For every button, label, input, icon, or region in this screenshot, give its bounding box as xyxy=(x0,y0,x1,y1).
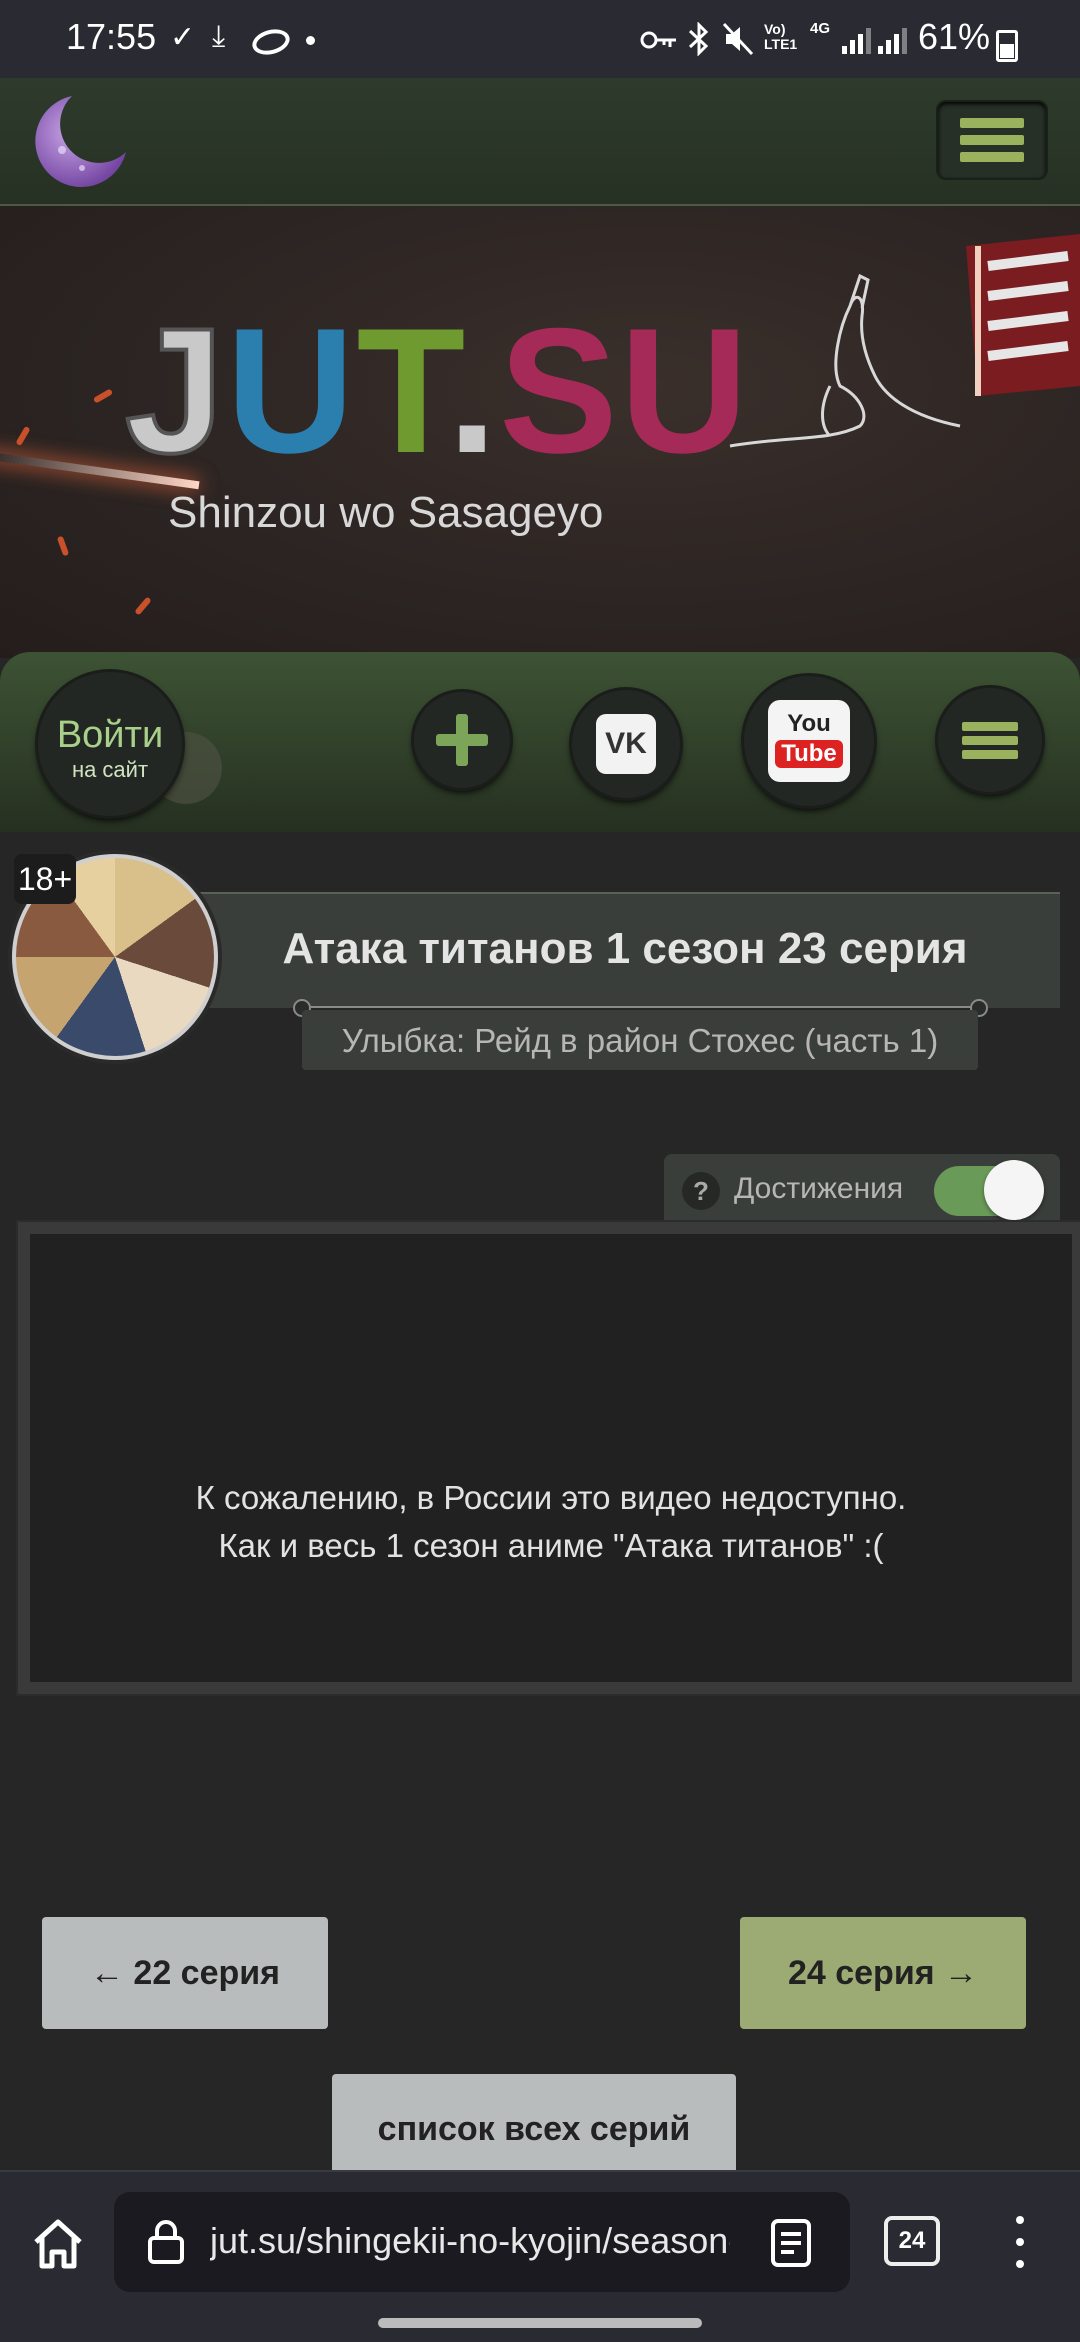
unavailable-message: К сожалению, в России это видео недоступ… xyxy=(30,1474,1072,1570)
age-rating-badge: 18+ xyxy=(14,854,76,904)
oval-icon xyxy=(249,25,293,59)
wings-emblem xyxy=(966,234,1080,396)
signal-icon xyxy=(842,28,871,54)
page-title: Атака титанов 1 сезон 23 серия xyxy=(282,924,968,973)
add-button[interactable] xyxy=(414,692,510,788)
status-time: 17:55 xyxy=(66,16,157,57)
unavailable-message-line: К сожалению, в России это видео недоступ… xyxy=(195,1479,907,1516)
moon-logo-icon[interactable] xyxy=(32,90,132,190)
youtube-button[interactable]: You Tube xyxy=(744,676,874,806)
nav-menu-button[interactable] xyxy=(938,688,1042,792)
spark xyxy=(56,535,70,557)
lock-icon[interactable] xyxy=(146,2218,186,2264)
title-connector xyxy=(302,1006,978,1008)
login-label: Войти xyxy=(56,714,164,756)
toggle-knob xyxy=(984,1160,1044,1220)
achievements-toggle-box: ? Достижения xyxy=(664,1154,1060,1226)
key-icon xyxy=(640,31,676,49)
login-sublabel: на сайт xyxy=(71,757,149,782)
episode-subtitle: Улыбка: Рейд в район Стохес (часть 1) xyxy=(341,1022,939,1059)
spark xyxy=(15,425,31,447)
signal-icon xyxy=(878,28,907,54)
spark xyxy=(92,388,114,404)
youtube-icon: You Tube xyxy=(768,700,850,782)
volte-icon: Vo) LTE1 xyxy=(764,21,798,52)
battery-icon xyxy=(996,30,1018,62)
mute-icon xyxy=(722,22,754,56)
status-bar: 17:55 ✓ ⤓ Vo) LTE1 4G 61% xyxy=(0,0,1080,78)
achievements-label: Достижения xyxy=(734,1172,904,1205)
browser-toolbar: jut.su/shingekii-no-kyojin/season-1/epis… xyxy=(0,2170,1080,2342)
achievements-toggle[interactable] xyxy=(934,1160,1044,1220)
more-options-icon[interactable] xyxy=(1010,2212,1030,2272)
gesture-bar[interactable] xyxy=(378,2318,702,2328)
tabs-button[interactable]: 24 xyxy=(884,2216,940,2266)
address-bar[interactable]: jut.su/shingekii-no-kyojin/season-1/epis… xyxy=(114,2192,850,2292)
battery-percent: 61% xyxy=(918,16,991,57)
site-navbar: Войти на сайт VK You Tube xyxy=(0,652,1080,832)
all-episodes-button[interactable]: список всех серий xyxy=(332,2074,736,2184)
unavailable-message-line: Как и весь 1 сезон аниме "Атака титанов"… xyxy=(218,1527,884,1564)
vk-button[interactable]: VK xyxy=(572,690,680,798)
url-text[interactable]: jut.su/shingekii-no-kyojin/season-1/epis… xyxy=(210,2220,730,2262)
header-menu-button[interactable] xyxy=(936,100,1048,180)
hand-sketch xyxy=(729,273,961,448)
vk-icon: VK xyxy=(596,714,656,774)
episode-subtitle-box: Улыбка: Рейд в район Стохес (часть 1) xyxy=(302,1010,978,1070)
site-tagline: Shinzou wo Sasageyo xyxy=(168,488,604,537)
site-header xyxy=(0,78,1080,206)
check-icon: ✓ xyxy=(170,21,196,54)
reader-mode-icon[interactable] xyxy=(770,2218,812,2268)
prev-episode-button[interactable]: ← 22 серия xyxy=(42,1917,328,2029)
bluetooth-icon xyxy=(688,22,709,56)
home-icon[interactable] xyxy=(28,2214,88,2274)
download-icon: ⤓ xyxy=(212,20,226,53)
4g-icon: 4G xyxy=(810,20,831,37)
site-logo-text: JUT.SU xyxy=(123,291,751,490)
login-button[interactable]: Войти на сайт xyxy=(38,672,182,816)
next-episode-button[interactable]: 24 серия → xyxy=(740,1917,1026,2029)
video-player[interactable]: К сожалению, в России это видео недоступ… xyxy=(18,1222,1080,1694)
dot-icon xyxy=(306,36,315,45)
site-banner[interactable]: JUT.SU Shinzou wo Sasageyo xyxy=(0,206,1080,658)
episode-title-bar: Атака титанов 1 сезон 23 серия xyxy=(190,892,1060,1008)
main-content: Атака титанов 1 сезон 23 серия Улыбка: Р… xyxy=(0,832,1080,2184)
help-icon[interactable]: ? xyxy=(682,1172,720,1210)
spark xyxy=(134,596,152,616)
